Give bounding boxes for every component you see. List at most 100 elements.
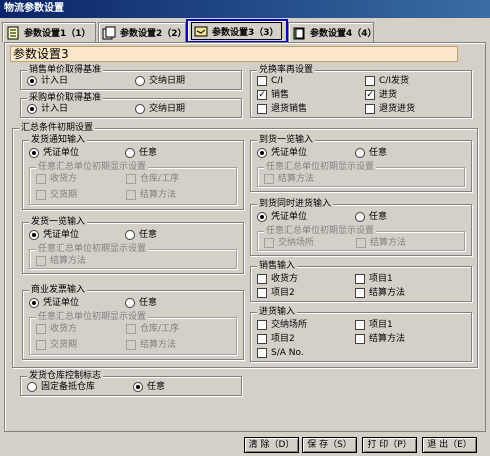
- radio-icon: [125, 230, 135, 240]
- commercial-invoice-payment-checkbox[interactable]: 结算方法: [126, 339, 176, 351]
- arrival-list-any-radio[interactable]: 任意: [355, 147, 387, 159]
- arrival-purchase-place-checkbox[interactable]: 交纳场所: [264, 237, 314, 249]
- commercial-invoice-voucher-radio[interactable]: 凭证单位: [29, 297, 79, 309]
- exchange-ci-checkbox[interactable]: C/I: [257, 75, 283, 87]
- folder-icon: [194, 26, 208, 37]
- delivery-notice-warehouse-checkbox[interactable]: 仓库/工序: [126, 173, 179, 185]
- purchase-input-payment-checkbox[interactable]: 结算方法: [355, 333, 405, 345]
- tab-focus-frame: 参数设置3（3）: [191, 22, 282, 40]
- checkbox-icon: [126, 324, 136, 334]
- radio-icon: [257, 212, 267, 222]
- document-stack-icon: [102, 26, 116, 39]
- ship-list-any-radio[interactable]: 任意: [125, 229, 157, 241]
- group-legend: 发货一览输入: [29, 216, 88, 228]
- radio-icon: [355, 148, 365, 158]
- commercial-invoice-any-radio[interactable]: 任意: [125, 297, 157, 309]
- checkbox-icon: [36, 340, 46, 350]
- tab-settings-3[interactable]: 参数设置3（3）: [186, 19, 288, 43]
- sales-price-delivery-date-radio[interactable]: 交纳日期: [135, 75, 185, 87]
- purchase-input-place-checkbox[interactable]: 交纳场所: [257, 319, 307, 331]
- purchase-input-item1-checkbox[interactable]: 项目1: [355, 319, 393, 331]
- arrival-list-group: 到货一览输入 凭证单位 任意 任意汇总单位初期显示设置 结算方法: [250, 134, 472, 192]
- group-legend: 销售输入: [257, 260, 298, 272]
- checkbox-icon: [36, 174, 46, 184]
- sales-price-record-date-radio[interactable]: 计入日: [27, 75, 68, 87]
- radio-icon: [29, 148, 39, 158]
- warehouse-fixed-radio[interactable]: 固定备抵仓库: [27, 381, 95, 393]
- group-legend: 任意汇总单位初期显示设置: [264, 225, 377, 237]
- checkbox-icon: [126, 174, 136, 184]
- arrival-purchase-any-radio[interactable]: 任意: [355, 211, 387, 223]
- delivery-notice-receiver-checkbox[interactable]: 收货方: [36, 173, 77, 185]
- exchange-sales-checkbox[interactable]: ✓ 销售: [257, 89, 289, 101]
- delivery-notice-voucher-radio[interactable]: 凭证单位: [29, 147, 79, 159]
- sales-input-item2-checkbox[interactable]: 项目2: [257, 287, 295, 299]
- purchase-price-delivery-date-radio[interactable]: 交纳日期: [135, 103, 185, 115]
- arrival-purchase-group: 到货同时进货输入 凭证单位 任意 任意汇总单位初期显示设置 交纳场所 结算方法: [250, 198, 472, 256]
- radio-icon: [257, 148, 267, 158]
- exchange-return-sales-checkbox[interactable]: 退货销售: [257, 103, 307, 115]
- radio-icon: [27, 104, 37, 114]
- tab-settings-4[interactable]: 参数设置4（4）: [288, 22, 374, 42]
- exchange-ci-send-checkbox[interactable]: C/I发货: [365, 75, 409, 87]
- print-button[interactable]: 打 印（P）: [362, 437, 417, 453]
- arrival-purchase-payment-checkbox[interactable]: 结算方法: [356, 237, 406, 249]
- warehouse-control-group: 发货仓库控制标志 固定备抵仓库 任意: [20, 370, 242, 396]
- sales-input-payment-checkbox[interactable]: 结算方法: [355, 287, 405, 299]
- group-legend: 任意汇总单位初期显示设置: [36, 161, 149, 173]
- arrival-list-sub-group: 任意汇总单位初期显示设置 结算方法: [257, 161, 465, 187]
- ship-list-voucher-radio[interactable]: 凭证单位: [29, 229, 79, 241]
- group-legend: 到货一览输入: [257, 134, 316, 146]
- commercial-invoice-warehouse-checkbox[interactable]: 仓库/工序: [126, 323, 179, 335]
- purchase-input-sa-no-checkbox[interactable]: S/A No.: [257, 347, 304, 359]
- tab-settings-1[interactable]: 参数设置1（1）: [2, 22, 96, 42]
- group-legend: 汇总条件初期设置: [19, 122, 96, 134]
- checkbox-icon: [355, 288, 365, 298]
- tab-settings-2[interactable]: 参数设置2（2）: [98, 22, 186, 42]
- checkbox-icon: [36, 324, 46, 334]
- checkbox-icon: [356, 238, 366, 248]
- delivery-notice-any-radio[interactable]: 任意: [125, 147, 157, 159]
- checkbox-icon: [355, 320, 365, 330]
- checkbox-icon: [126, 190, 136, 200]
- radio-icon: [355, 212, 365, 222]
- sales-input-receiver-checkbox[interactable]: 收货方: [257, 273, 298, 285]
- checkbox-icon: [257, 274, 267, 284]
- warehouse-any-radio[interactable]: 任意: [133, 381, 165, 393]
- arrival-list-voucher-radio[interactable]: 凭证单位: [257, 147, 307, 159]
- radio-icon: [125, 298, 135, 308]
- radio-icon: [27, 382, 37, 392]
- document-icon: [7, 26, 19, 39]
- purchase-input-item2-checkbox[interactable]: 项目2: [257, 333, 295, 345]
- exchange-purchase-checkbox[interactable]: ✓ 进货: [365, 89, 397, 101]
- arrival-purchase-voucher-radio[interactable]: 凭证单位: [257, 211, 307, 223]
- group-legend: 任意汇总单位初期显示设置: [264, 161, 377, 173]
- page-title: 参数设置3: [10, 46, 458, 62]
- ship-list-sub-group: 任意汇总单位初期显示设置 结算方法: [29, 243, 237, 269]
- exchange-return-purchase-checkbox[interactable]: 退货进货: [365, 103, 415, 115]
- purchase-price-record-date-radio[interactable]: 计入日: [27, 103, 68, 115]
- sales-input-item1-checkbox[interactable]: 项目1: [355, 273, 393, 285]
- exchange-rate-group: 兑换率再设置 C/I C/I发货 ✓ 销售 ✓ 进货 退货销售 退货进货: [250, 64, 472, 118]
- radio-icon: [29, 298, 39, 308]
- checkbox-icon: [365, 76, 375, 86]
- tab-label: 参数设置1（1）: [24, 29, 91, 39]
- checkbox-icon: [257, 76, 267, 86]
- exit-button[interactable]: 退 出（E）: [422, 437, 477, 453]
- arrival-list-payment-checkbox[interactable]: 结算方法: [264, 173, 314, 185]
- clear-button[interactable]: 清 除（D）: [244, 437, 299, 453]
- group-legend: 任意汇总单位初期显示设置: [36, 243, 149, 255]
- checkbox-icon: [257, 288, 267, 298]
- commercial-invoice-receiver-checkbox[interactable]: 收货方: [36, 323, 77, 335]
- delivery-notice-date-checkbox[interactable]: 交货期: [36, 189, 77, 201]
- save-button[interactable]: 保 存（S）: [302, 437, 357, 453]
- checkbox-icon: [264, 174, 274, 184]
- checkbox-icon: [365, 104, 375, 114]
- checkmark-icon: ✓: [365, 90, 375, 100]
- checkbox-icon: [355, 334, 365, 344]
- commercial-invoice-group: 商业发票输入 凭证单位 任意 任意汇总单位初期显示设置 收货方 仓库/工序 交货…: [22, 284, 244, 360]
- delivery-notice-payment-checkbox[interactable]: 结算方法: [126, 189, 176, 201]
- window-title: 物流参数设置: [0, 0, 490, 18]
- ship-list-payment-checkbox[interactable]: 结算方法: [36, 255, 86, 267]
- commercial-invoice-date-checkbox[interactable]: 交货期: [36, 339, 77, 351]
